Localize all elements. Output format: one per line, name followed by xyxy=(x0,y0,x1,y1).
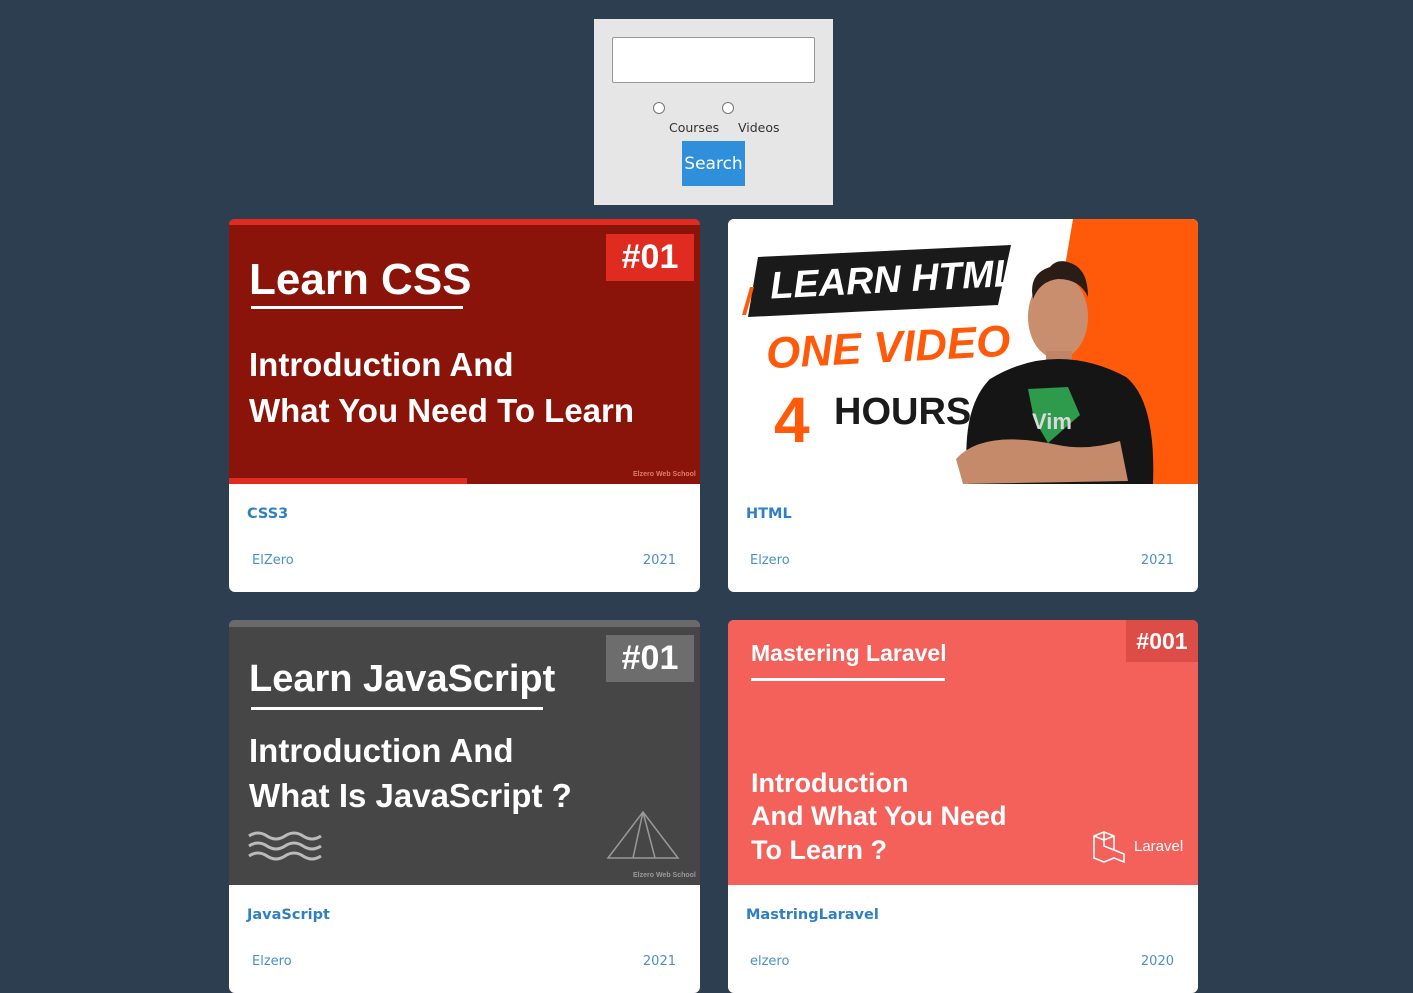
course-card-html[interactable]: Vim LEARN HTML ONE VIDEO 4 HOURS HTML El… xyxy=(728,219,1198,592)
course-author: Elzero xyxy=(252,954,292,969)
course-title[interactable]: MastringLaravel xyxy=(746,907,879,923)
search-button[interactable]: Search xyxy=(682,141,745,186)
course-title[interactable]: JavaScript xyxy=(247,907,330,923)
thumb-heading: Learn CSS xyxy=(249,255,472,304)
course-card-javascript[interactable]: Learn JavaScript #01 Introduction And Wh… xyxy=(229,620,700,993)
course-author: Elzero xyxy=(750,553,790,568)
course-thumbnail-laravel[interactable]: Mastering Laravel #001 Introduction And … xyxy=(728,620,1198,885)
thumb-line-2: What You Need To Learn xyxy=(249,392,635,429)
search-input[interactable] xyxy=(612,37,815,83)
waves-icon xyxy=(248,831,322,861)
course-thumbnail-javascript[interactable]: Learn JavaScript #01 Introduction And Wh… xyxy=(229,620,700,885)
course-title[interactable]: HTML xyxy=(746,506,792,522)
course-author: elzero xyxy=(750,954,790,969)
thumb-line-2: HOURS xyxy=(834,391,972,433)
thumb-heading: Mastering Laravel xyxy=(751,640,947,666)
course-year: 2020 xyxy=(1140,954,1174,969)
thumb-heading: Learn JavaScript xyxy=(249,658,556,700)
course-card-css[interactable]: Learn CSS #01 Introduction And What You … xyxy=(229,219,700,592)
course-author: ElZero xyxy=(252,553,294,568)
episode-badge: #01 xyxy=(606,635,694,682)
tent-icon xyxy=(606,810,680,859)
course-year: 2021 xyxy=(642,954,676,969)
course-thumbnail-html[interactable]: Vim LEARN HTML ONE VIDEO 4 HOURS xyxy=(728,219,1198,484)
courses-radio[interactable] xyxy=(653,102,665,114)
thumb-line-1: Introduction And xyxy=(249,732,514,769)
course-year: 2021 xyxy=(642,553,676,568)
search-panel: Courses Videos Search xyxy=(594,19,833,205)
videos-radio-label: Videos xyxy=(738,120,780,135)
course-card-laravel[interactable]: Mastering Laravel #001 Introduction And … xyxy=(728,620,1198,993)
course-title[interactable]: CSS3 xyxy=(247,506,288,522)
thumb-line-2: And What You Need xyxy=(751,801,1007,831)
course-year: 2021 xyxy=(1140,553,1174,568)
thumb-line-3: To Learn ? xyxy=(751,835,888,865)
thumb-line-1: Introduction And xyxy=(249,346,514,383)
laravel-brand-text: Laravel xyxy=(1134,838,1184,855)
thumb-number: 4 xyxy=(774,384,810,456)
episode-badge: #01 xyxy=(606,234,694,281)
thumb-footer: Elzero Web School xyxy=(633,471,696,478)
course-thumbnail-css[interactable]: Learn CSS #01 Introduction And What You … xyxy=(229,219,700,484)
courses-radio-label: Courses xyxy=(669,120,720,135)
thumb-line-2: What Is JavaScript ? xyxy=(249,777,572,814)
thumb-footer: Elzero Web School xyxy=(633,872,696,879)
videos-radio[interactable] xyxy=(722,102,734,114)
laravel-logo-icon xyxy=(1093,831,1125,864)
episode-badge: #001 xyxy=(1126,620,1198,662)
thumb-line-1: Introduction xyxy=(751,768,909,798)
shirt-logo-text: Vim xyxy=(1032,409,1072,434)
